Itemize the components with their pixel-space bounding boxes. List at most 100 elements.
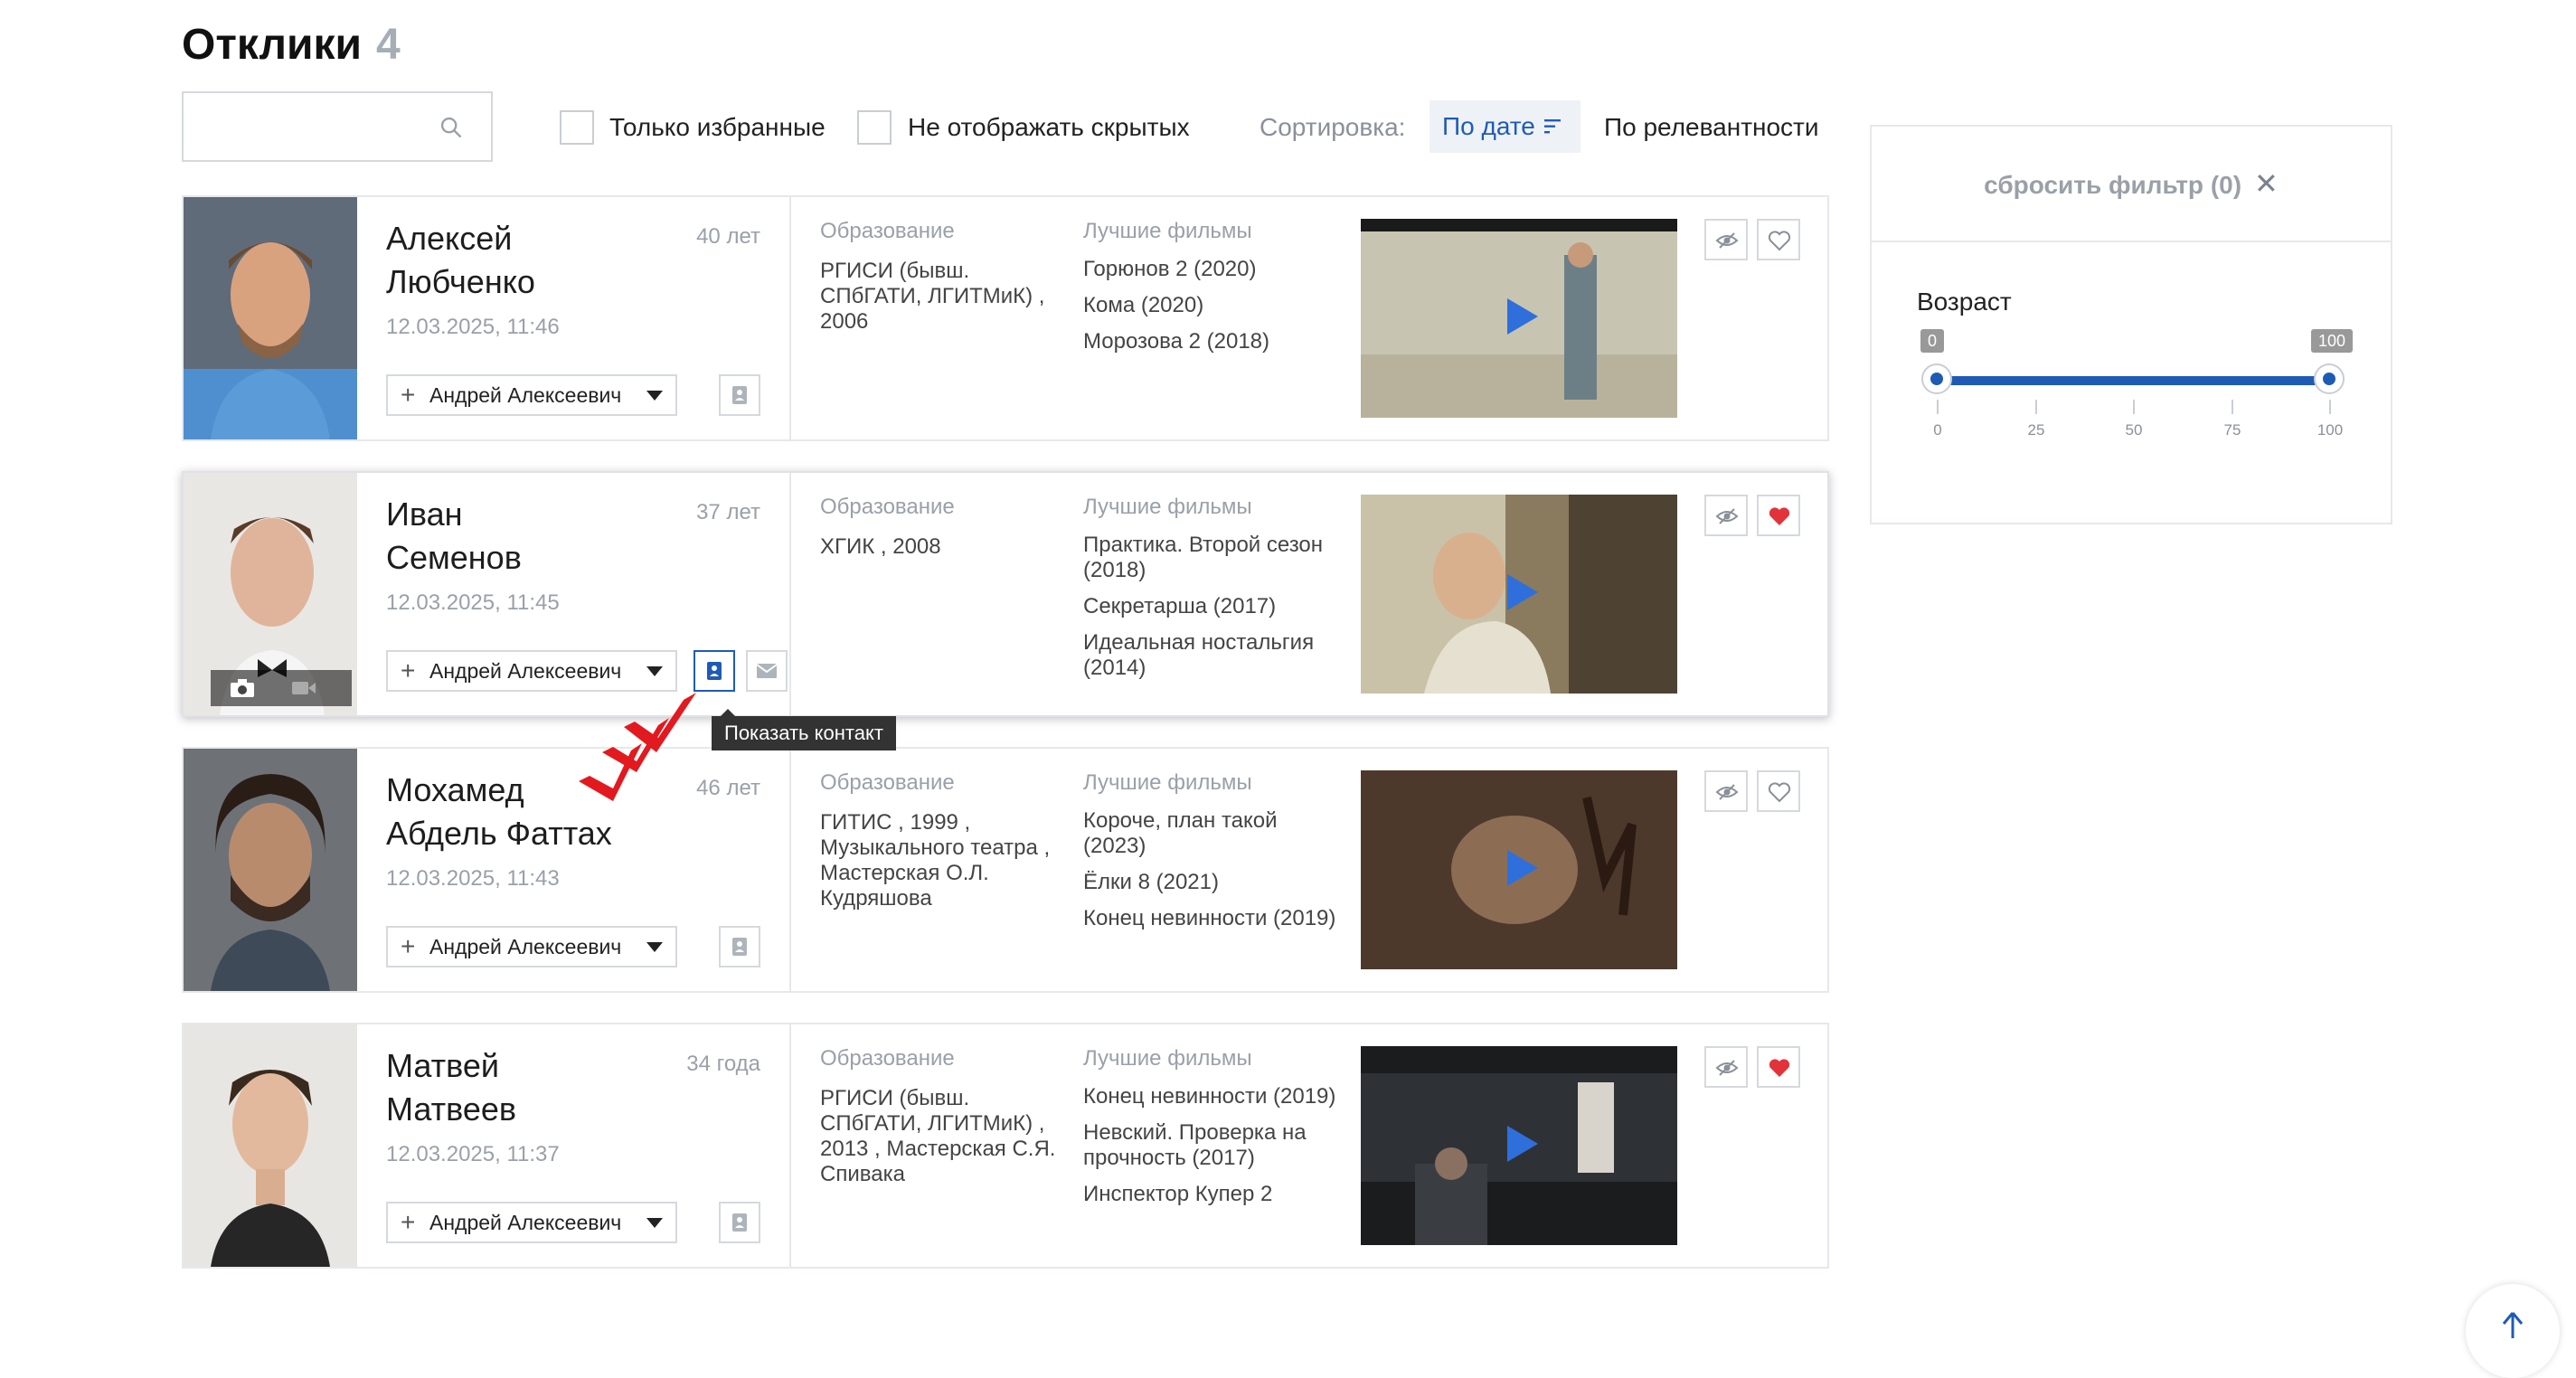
films-list: Практика. Второй сезон (2018) Секретарша… <box>1083 533 1345 692</box>
candidate-photo[interactable] <box>184 197 357 439</box>
contact-icon <box>707 662 722 680</box>
agent-dropdown[interactable]: + Андрей Алексеевич <box>386 1202 677 1243</box>
age-min-handle[interactable] <box>1921 363 1952 394</box>
video-thumbnail[interactable] <box>1361 1046 1677 1245</box>
hide-button[interactable] <box>1704 219 1748 260</box>
play-icon[interactable] <box>1507 298 1538 335</box>
education-text: РГИСИ (бывш. СПбГАТИ, ЛГИТМиК) , 2013 , … <box>820 1086 1056 1186</box>
only-favorites-label[interactable]: Только избранные <box>609 113 826 142</box>
only-favorites-checkbox[interactable] <box>560 110 594 145</box>
education-heading: Образование <box>820 1046 955 1071</box>
films-list: Конец невинности (2019) Невский. Проверк… <box>1083 1084 1345 1256</box>
candidate-card[interactable]: Алексей Любченко 40 лет 12.03.2025, 11:46… <box>182 195 1829 441</box>
mail-icon <box>756 664 778 678</box>
candidate-card[interactable]: Мохамед Абдель Фаттах 46 лет 12.03.2025, … <box>182 747 1829 993</box>
education-heading: Образование <box>820 219 955 243</box>
favorite-button[interactable] <box>1757 770 1800 812</box>
video-thumbnail[interactable] <box>1361 770 1677 969</box>
camera-icon <box>231 679 254 697</box>
play-icon[interactable] <box>1507 850 1538 886</box>
film-item: Идеальная ностальгия (2014) <box>1083 630 1315 680</box>
send-message-button[interactable] <box>746 650 788 692</box>
films-list: Горюнов 2 (2020) Кома (2020) Морозова 2 … <box>1083 257 1345 365</box>
hide-hidden-checkbox[interactable] <box>857 110 892 145</box>
divider <box>789 1024 791 1267</box>
hide-icon <box>1715 784 1739 800</box>
film-item: Горюнов 2 (2020) <box>1083 257 1257 281</box>
play-icon[interactable] <box>1507 574 1538 610</box>
candidate-name[interactable]: Иван Семенов <box>386 493 684 580</box>
divider <box>789 197 791 439</box>
education-heading: Образование <box>820 495 955 519</box>
contact-icon <box>732 386 747 404</box>
sort-by-relevance-button[interactable]: По релевантности <box>1604 113 1819 142</box>
show-contact-button[interactable] <box>719 1202 760 1243</box>
video-icon <box>292 682 316 694</box>
favorite-button[interactable] <box>1757 219 1800 260</box>
slider-tick <box>1937 400 1939 414</box>
reset-filter-button[interactable]: сбросить фильтр (0) ✕ <box>1872 127 2391 242</box>
slider-tick-label: 50 <box>2125 421 2143 439</box>
heart-icon <box>1769 1059 1790 1077</box>
chevron-down-icon <box>646 391 663 401</box>
slider-tick-label: 100 <box>2317 421 2344 439</box>
films-list: Короче, план такой (2023) Ёлки 8 (2021) … <box>1083 808 1345 942</box>
divider <box>789 749 791 991</box>
page-title: Отклики 4 <box>182 21 401 69</box>
candidate-photo[interactable] <box>184 473 357 715</box>
age-filter-title: Возраст <box>1917 288 2012 316</box>
chevron-down-icon <box>646 1218 663 1228</box>
film-item: Морозова 2 (2018) <box>1083 329 1270 354</box>
education-text: ГИТИС , 1999 , Музыкального театра , Мас… <box>820 810 1051 911</box>
hide-button[interactable] <box>1704 495 1748 536</box>
film-item: Ёлки 8 (2021) <box>1083 870 1219 894</box>
candidate-name[interactable]: Матвей Матвеев <box>386 1044 684 1131</box>
slider-tick <box>2035 400 2037 414</box>
slider-tick-label: 75 <box>2223 421 2241 439</box>
sort-icon <box>1544 119 1561 134</box>
hide-button[interactable] <box>1704 1046 1748 1088</box>
video-thumbnail[interactable] <box>1361 219 1677 418</box>
sort-by-date-button[interactable]: По дате <box>1430 100 1581 153</box>
candidate-photo[interactable] <box>184 1024 357 1267</box>
video-thumbnail[interactable] <box>1361 495 1677 694</box>
films-heading: Лучшие фильмы <box>1083 1046 1252 1071</box>
candidate-name[interactable]: Алексей Любченко <box>386 217 684 304</box>
agent-dropdown[interactable]: + Андрей Алексеевич <box>386 926 677 967</box>
search-icon <box>440 117 462 138</box>
chevron-down-icon <box>646 942 663 952</box>
films-heading: Лучшие фильмы <box>1083 495 1252 519</box>
hide-hidden-label[interactable]: Не отображать скрытых <box>908 113 1190 142</box>
film-item: Невский. Проверка на прочность (2017) <box>1083 1120 1307 1170</box>
candidate-card[interactable]: Матвей Матвеев 34 года 12.03.2025, 11:37 … <box>182 1023 1829 1269</box>
candidate-photo[interactable] <box>184 749 357 991</box>
agent-dropdown[interactable]: + Андрей Алексеевич <box>386 374 677 416</box>
sort-label: Сортировка: <box>1260 113 1406 141</box>
film-item: Конец невинности (2019) <box>1083 906 1336 930</box>
age-slider-track[interactable] <box>1937 376 2329 385</box>
favorite-button[interactable] <box>1757 495 1800 536</box>
age-max-handle[interactable] <box>2314 363 2345 394</box>
film-item: Секретарша (2017) <box>1083 594 1277 618</box>
show-contact-button[interactable] <box>719 926 760 967</box>
education-text: ХГИК , 2008 <box>820 534 941 559</box>
scroll-to-top-button[interactable] <box>2466 1284 2560 1378</box>
film-item: Короче, план такой (2023) <box>1083 808 1278 858</box>
heart-icon <box>1768 231 1791 251</box>
response-date: 12.03.2025, 11:46 <box>386 315 560 339</box>
arrow-up-icon <box>2502 1312 2524 1338</box>
film-item: Кома (2020) <box>1083 293 1204 317</box>
search-input[interactable] <box>182 91 493 162</box>
plus-icon: + <box>401 656 416 684</box>
chevron-down-icon <box>646 666 663 676</box>
close-icon[interactable]: ✕ <box>2254 167 2279 200</box>
tooltip: Показать контакт <box>712 709 896 750</box>
hide-button[interactable] <box>1704 770 1748 812</box>
candidate-card[interactable]: Иван Семенов 37 лет 12.03.2025, 11:45 + Ан… <box>182 471 1829 717</box>
play-icon[interactable] <box>1507 1126 1538 1162</box>
film-item: Конец невинности (2019) <box>1083 1084 1336 1109</box>
films-heading: Лучшие фильмы <box>1083 770 1252 795</box>
show-contact-button[interactable] <box>719 374 760 416</box>
favorite-button[interactable] <box>1757 1046 1800 1088</box>
film-item: Инспектор Купер 2 <box>1083 1182 1273 1206</box>
